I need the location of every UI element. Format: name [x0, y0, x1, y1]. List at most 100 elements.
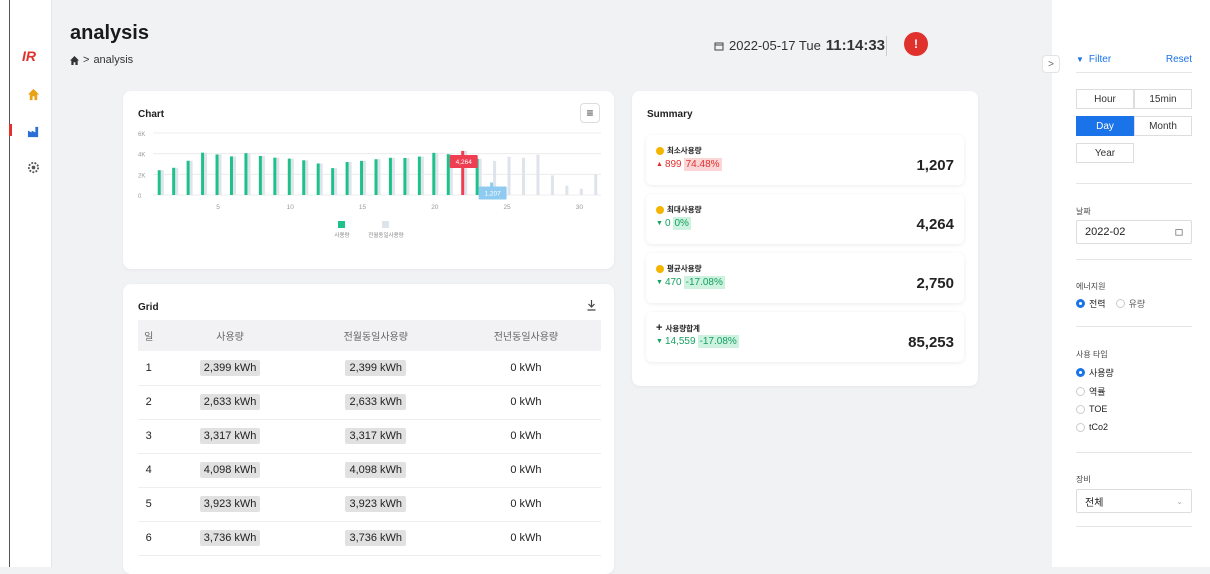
nav-active-indicator	[9, 124, 12, 136]
table-cell: 2,399 kWh	[199, 359, 261, 376]
radio-flow[interactable]	[1115, 299, 1125, 308]
home-icon[interactable]	[26, 87, 40, 101]
table-cell: 4,098 kWh	[345, 462, 407, 478]
summary-delta: ▼ 470 -17.08%	[656, 276, 725, 289]
usage-type-option[interactable]: 사용량	[1076, 366, 1114, 379]
filter-icon: ▼	[1076, 55, 1084, 64]
bar-prev-month	[550, 175, 554, 195]
table-row[interactable]: 3 3,317 kWh 3,317 kWh 0 kWh	[138, 419, 601, 454]
bar-prev-month	[420, 156, 424, 195]
legend-swatch	[382, 221, 389, 228]
legend-swatch	[338, 221, 345, 228]
summary-item-max[interactable]: 최대사용량 ▼ 0 0% 4,264	[646, 194, 964, 244]
summary-item-total[interactable]: + 사용량합계 ▼ 14,559 -17.08% 85,253	[646, 312, 964, 362]
reset-button[interactable]: Reset	[1166, 54, 1192, 65]
data-label: 4,264	[456, 159, 473, 166]
chevron-down-icon: ⌄	[1176, 496, 1183, 506]
radio-label: TOE	[1089, 404, 1108, 414]
radio-label: 역률	[1089, 387, 1106, 397]
column-header[interactable]: 일	[138, 320, 160, 351]
energy-label: 에너지원	[1076, 282, 1106, 291]
x-tick-label: 5	[216, 204, 220, 211]
summary-item-avg[interactable]: 평균사용량 ▼ 470 -17.08% 2,750	[646, 253, 964, 303]
current-time: 11:14:33	[825, 37, 886, 54]
summary-item-min[interactable]: 최소사용량 ▲ 899 74.48% 1,207	[646, 135, 964, 185]
table-cell: 4,098 kWh	[199, 462, 261, 478]
divider	[1076, 72, 1192, 73]
download-icon[interactable]	[587, 300, 596, 311]
energy-options: 전력 유량	[1076, 297, 1145, 310]
period-year[interactable]: Year	[1076, 143, 1134, 163]
bar-prev-month	[334, 168, 338, 195]
summary-delta-value: 0	[664, 218, 671, 229]
table-cell: 2,399 kWh	[345, 359, 407, 376]
bar-prev-month	[522, 157, 526, 195]
bar-usage	[186, 160, 190, 195]
table-row[interactable]: 4 4,098 kWh 4,098 kWh 0 kWh	[138, 453, 601, 488]
usage-type-option[interactable]: 역률	[1076, 385, 1106, 398]
bar-prev-month	[305, 160, 309, 195]
bar-usage	[360, 160, 364, 195]
date-picker[interactable]: 2022-02	[1076, 220, 1192, 244]
bar-usage	[244, 153, 248, 195]
summary-value: 2,750	[916, 275, 954, 292]
table-cell: 2,633 kWh	[345, 394, 407, 410]
table-row[interactable]: 6 3,736 kWh 3,736 kWh 0 kWh	[138, 521, 601, 556]
table-row[interactable]: 5 3,923 kWh 3,923 kWh 0 kWh	[138, 487, 601, 522]
table-row[interactable]: 1 2,399 kWh 2,399 kWh 0 kWh	[138, 351, 601, 386]
table-cell: 5	[138, 487, 160, 522]
bar-prev-month	[594, 174, 598, 195]
window-edge	[9, 0, 10, 567]
period-hour[interactable]: Hour	[1076, 89, 1134, 109]
radio-button[interactable]	[1076, 368, 1085, 377]
x-tick-label: 30	[576, 204, 584, 211]
summary-value: 1,207	[916, 157, 954, 174]
period-15min[interactable]: 15min	[1134, 89, 1192, 109]
bar-usage	[302, 160, 306, 195]
app-logo[interactable]: IR	[22, 48, 36, 64]
bar-usage	[403, 158, 407, 195]
summary-label: + 사용량합계	[656, 322, 700, 334]
divider	[1076, 326, 1192, 327]
column-header[interactable]: 전월동일사용량	[300, 320, 451, 351]
radio-electric[interactable]	[1076, 299, 1085, 308]
summary-label: 최대사용량	[656, 204, 702, 215]
usage-chart: 0 2K 4K 6K 4,264 1,207 5 10 15 20 25 30 사용량 전월동일사용량	[138, 132, 601, 239]
device-select[interactable]: 전체 ⌄	[1076, 489, 1192, 513]
summary-percent: -17.08%	[697, 335, 739, 348]
column-header[interactable]: 전년동일사용량	[450, 320, 601, 351]
radio-button[interactable]	[1076, 404, 1085, 414]
bar-prev-month	[435, 152, 439, 195]
table-cell: 0 kWh	[450, 385, 601, 420]
bar-prev-month	[565, 185, 569, 195]
table-cell: 3	[138, 419, 160, 454]
radio-button[interactable]	[1076, 422, 1085, 432]
bar-prev-month	[391, 157, 395, 195]
usage-type-option[interactable]: tCo2	[1076, 422, 1108, 432]
radio-button[interactable]	[1076, 387, 1085, 396]
home-small-icon[interactable]	[70, 55, 79, 65]
table-cell: 1	[138, 351, 160, 386]
table-cell: 0 kWh	[450, 419, 601, 454]
bar-usage	[201, 152, 205, 195]
summary-label-text: 최소사용량	[667, 146, 702, 155]
column-header[interactable]: 사용량	[159, 320, 301, 351]
period-month[interactable]: Month	[1134, 116, 1192, 136]
usage-type-option[interactable]: TOE	[1076, 404, 1107, 414]
bar-usage	[331, 168, 335, 195]
factory-icon[interactable]	[26, 124, 40, 138]
x-tick-label: 15	[359, 204, 367, 211]
divider	[1076, 183, 1192, 184]
alert-badge[interactable]: !	[904, 32, 928, 56]
down-arrow-icon: ▼	[656, 338, 663, 345]
settings-icon[interactable]	[26, 160, 40, 174]
bar-prev-month	[406, 158, 410, 195]
period-day[interactable]: Day	[1076, 116, 1134, 136]
table-row[interactable]: 2 2,633 kWh 2,633 kWh 0 kWh	[138, 385, 601, 420]
collapse-panel-button[interactable]: >	[1042, 55, 1060, 73]
bar-usage	[229, 156, 233, 195]
legend-label: 사용량	[334, 231, 349, 239]
bar-usage	[345, 162, 349, 195]
bar-prev-month	[290, 158, 294, 195]
current-date: 2022-05-17 Tue	[729, 38, 821, 53]
